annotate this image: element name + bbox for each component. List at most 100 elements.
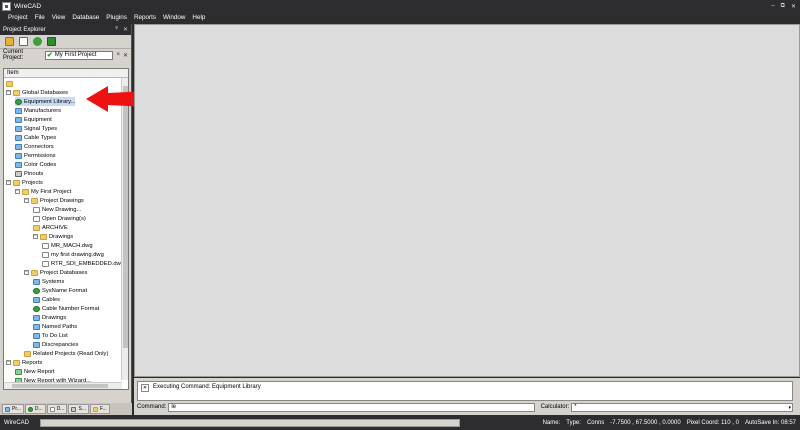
tree-item[interactable]: Discrepancies xyxy=(33,340,78,349)
drawing-workspace[interactable] xyxy=(134,24,800,377)
tree-item[interactable]: Manufacturers xyxy=(15,106,61,115)
tree-item[interactable]: Cable Types xyxy=(15,133,56,142)
tree-item[interactable]: New Report xyxy=(15,367,55,376)
command-input[interactable]: le xyxy=(168,402,535,412)
tab-project-explorer[interactable]: Pr... xyxy=(2,404,24,414)
tree-column-header[interactable]: Item xyxy=(4,69,128,78)
tree-item[interactable]: − Reports xyxy=(6,358,42,367)
command-history: ✕ Executing Command: Equipment Library xyxy=(137,381,793,401)
progress-bar xyxy=(40,418,460,427)
command-row: Command: le Calculator: * ▾ xyxy=(137,402,793,412)
calculator-input[interactable]: * ▾ xyxy=(571,402,793,412)
check-icon: ✔ xyxy=(46,51,53,59)
tree-item[interactable]: − Project Drawings xyxy=(24,196,84,205)
tab-files[interactable]: F... xyxy=(89,404,110,414)
tree-item[interactable]: MR_MACH.dwg xyxy=(42,241,93,250)
tab-systems[interactable]: S... xyxy=(68,404,89,414)
tree-item[interactable]: Cable Number Format xyxy=(33,304,99,313)
tree-item[interactable]: RTR_SDI_EMBEDDED.dw xyxy=(42,259,121,268)
tree-expander-icon[interactable]: − xyxy=(33,234,38,239)
status-type-label: Type: xyxy=(566,419,581,426)
tree-item[interactable]: Connectors xyxy=(15,142,54,151)
menu-database[interactable]: Database xyxy=(72,14,99,21)
tree-item[interactable]: Equipment Library... xyxy=(15,97,76,106)
tab-drawings[interactable]: D... xyxy=(46,404,68,414)
tree-item[interactable]: − My First Project xyxy=(15,187,71,196)
status-type-value: Conns xyxy=(586,419,605,426)
current-project-value: My First Project xyxy=(54,52,97,58)
doc-icon xyxy=(42,260,49,267)
tree-item[interactable]: Permissions xyxy=(15,151,56,160)
menu-view[interactable]: View xyxy=(52,14,66,21)
tree-item[interactable]: Drawings xyxy=(33,313,66,322)
tree-item[interactable]: SysName Format xyxy=(33,286,87,295)
tree-item[interactable]: Cables xyxy=(33,295,60,304)
explorer-toolbar xyxy=(0,35,131,49)
close-button[interactable]: ✕ xyxy=(791,3,796,10)
tree-item[interactable]: Open Drawing(s) xyxy=(33,214,86,223)
pin-ico-icon xyxy=(15,170,22,177)
tree-item-label: Global Databases xyxy=(22,89,69,96)
table-icon xyxy=(33,296,40,303)
chevron-down-icon[interactable]: ▾ xyxy=(788,405,791,411)
panel-close-icon[interactable]: ✕ xyxy=(123,26,128,33)
tree-item[interactable]: To Do List xyxy=(33,331,68,340)
pin-icon[interactable]: ᵠ xyxy=(115,26,118,33)
menu-reports[interactable]: Reports xyxy=(134,14,156,21)
tree-item[interactable]: − Projects xyxy=(6,178,43,187)
new-document-icon[interactable] xyxy=(19,37,28,46)
tree-item-label: New Report xyxy=(24,368,55,375)
tree-item[interactable]: Signal Types xyxy=(15,124,57,133)
refresh-icon[interactable] xyxy=(33,37,42,46)
tree-expander-icon[interactable]: − xyxy=(6,360,11,365)
settings-icon[interactable] xyxy=(47,37,56,46)
doc-icon xyxy=(42,242,49,249)
tree-item[interactable]: my first drawing.dwg xyxy=(42,250,104,259)
table-icon xyxy=(33,278,40,285)
tree-item-label: Open Drawing(s) xyxy=(42,215,86,222)
tree-expander-icon[interactable]: − xyxy=(24,270,29,275)
tree-item[interactable]: Systems xyxy=(33,277,64,286)
tree-item-label: Drawings xyxy=(42,314,67,321)
tree-expander-icon[interactable]: − xyxy=(15,189,20,194)
menu-help[interactable]: Help xyxy=(192,14,205,21)
open-folder-icon[interactable] xyxy=(5,37,14,46)
tree-item[interactable] xyxy=(6,79,15,88)
tree-expander-icon[interactable]: − xyxy=(6,90,11,95)
window-title: WireCAD xyxy=(14,2,42,10)
tree-item[interactable]: Pinouts xyxy=(15,169,43,178)
tree-item[interactable]: Named Paths xyxy=(33,322,77,331)
tree-horizontal-scrollbar[interactable] xyxy=(4,382,122,389)
tree-item[interactable]: Color Codes xyxy=(15,160,56,169)
tree-item[interactable]: − Drawings xyxy=(33,232,73,241)
tab-database[interactable]: D... xyxy=(24,404,46,414)
clear-project-button[interactable]: × xyxy=(116,52,120,58)
table-icon xyxy=(33,332,40,339)
tree-item[interactable]: ARCHIVE xyxy=(33,223,68,232)
minimize-button[interactable]: – xyxy=(771,3,774,10)
current-project-select[interactable]: ✔ My First Project xyxy=(44,50,114,60)
tree-vertical-scrollbar[interactable] xyxy=(121,78,128,380)
close-history-icon[interactable]: ✕ xyxy=(141,384,149,392)
menu-bar: Project File View Database Plugins Repor… xyxy=(0,12,800,23)
doc-icon xyxy=(33,206,40,213)
menu-plugins[interactable]: Plugins xyxy=(106,14,127,21)
tree-item[interactable]: − Project Databases xyxy=(24,268,87,277)
tree-item[interactable]: Equipment xyxy=(15,115,52,124)
folder-icon xyxy=(31,269,38,276)
folder-icon xyxy=(40,233,47,240)
tree-item-label: Manufacturers xyxy=(24,107,62,114)
tree-expander-icon[interactable]: − xyxy=(24,198,29,203)
tree-item-label: Reports xyxy=(22,359,43,366)
menu-project[interactable]: Project xyxy=(8,14,28,21)
menu-window[interactable]: Window xyxy=(163,14,185,21)
tree-item-label: Cable Number Format xyxy=(42,305,100,312)
close-project-button[interactable]: ✕ xyxy=(123,52,128,59)
menu-file[interactable]: File xyxy=(35,14,45,21)
tree-expander-icon[interactable]: − xyxy=(6,180,11,185)
tree-item[interactable]: New Drawing... xyxy=(33,205,81,214)
restore-button[interactable]: ⧉ xyxy=(781,3,785,10)
tree-item[interactable]: − Global Databases xyxy=(6,88,68,97)
tree-item[interactable]: Related Projects (Read Only) xyxy=(24,349,108,358)
tree-item-label: ARCHIVE xyxy=(42,224,68,231)
